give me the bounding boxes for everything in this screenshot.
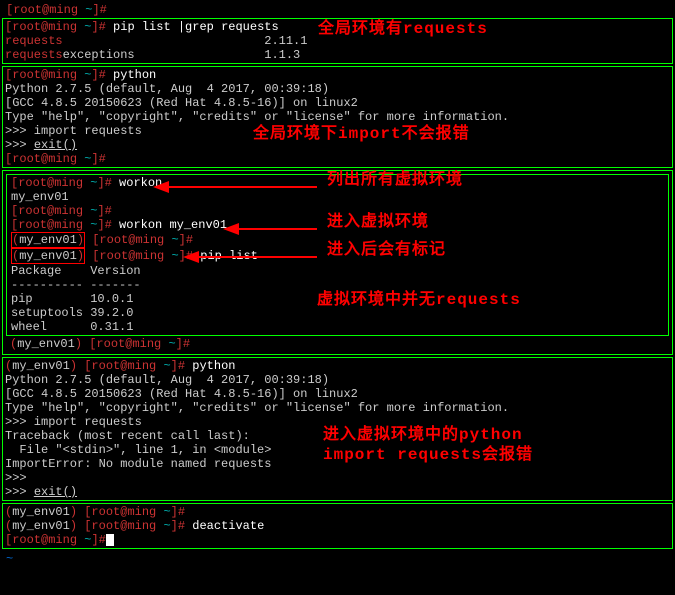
cursor-icon bbox=[106, 534, 114, 546]
venv-prompt: (my_env01) [root@ming ~]# bbox=[6, 336, 669, 351]
python-gcc-line: [GCC 4.8.5 20150623 (Red Hat 4.8.5-16)] … bbox=[5, 387, 670, 401]
python-exit-line: >>> exit() bbox=[5, 485, 670, 499]
callout-import-error: import requests会报错 bbox=[323, 448, 533, 462]
arrow-icon bbox=[157, 181, 317, 193]
callout-global-import-ok: 全局环境下import不会报错 bbox=[253, 127, 470, 141]
callout-global-has-requests: 全局环境有requests bbox=[318, 22, 488, 36]
env-name: my_env01 bbox=[11, 190, 664, 204]
arrow-icon bbox=[187, 251, 317, 263]
box-virtualenv: [root@ming ~]# workon my_env01 [root@min… bbox=[2, 170, 673, 355]
venv-prompt: (my_env01) [root@ming ~]# bbox=[5, 505, 670, 519]
box-global-python: [root@ming ~]# python Python 2.7.5 (defa… bbox=[2, 66, 673, 168]
cmd-python-venv: (my_env01) [root@ming ~]# python bbox=[5, 359, 670, 373]
arrow-icon bbox=[227, 223, 317, 235]
box-virtualenv-inner: [root@ming ~]# workon my_env01 [root@min… bbox=[6, 174, 669, 336]
python-help-line: Type "help", "copyright", "credits" or "… bbox=[5, 110, 670, 124]
callout-env-tag: 进入后会有标记 bbox=[327, 243, 446, 257]
prompt-cursor[interactable]: [root@ming ~]# bbox=[5, 533, 670, 547]
callout-no-requests: 虚拟环境中并无requests bbox=[317, 293, 521, 307]
python-prompt-empty: >>> bbox=[5, 471, 670, 485]
pip-list-header: Package Version bbox=[11, 264, 664, 278]
prompt-line: [root@ming ~]# bbox=[5, 152, 670, 166]
vim-tilde: ~ bbox=[2, 551, 673, 567]
callout-list-envs: 列出所有虚拟环境 bbox=[327, 173, 463, 187]
prompt-line: [root@ming ~]# bbox=[2, 2, 673, 18]
box-deactivate: (my_env01) [root@ming ~]# (my_env01) [ro… bbox=[2, 503, 673, 549]
pip-row: wheel 0.31.1 bbox=[11, 320, 664, 334]
box-venv-python: (my_env01) [root@ming ~]# python Python … bbox=[2, 357, 673, 501]
callout-enter-env: 进入虚拟环境 bbox=[327, 215, 429, 229]
pkg-row-requests-exceptions: requestsexceptions 1.1.3 bbox=[5, 48, 670, 62]
cmd-python: [root@ming ~]# python bbox=[5, 68, 670, 82]
python-help-line: Type "help", "copyright", "credits" or "… bbox=[5, 401, 670, 415]
python-version-line: Python 2.7.5 (default, Aug 4 2017, 00:39… bbox=[5, 82, 670, 96]
box-global-requests: [root@ming ~]# pip list |grep requests r… bbox=[2, 18, 673, 64]
python-gcc-line: [GCC 4.8.5 20150623 (Red Hat 4.8.5-16)] … bbox=[5, 96, 670, 110]
cmd-deactivate: (my_env01) [root@ming ~]# deactivate bbox=[5, 519, 670, 533]
callout-venv-python: 进入虚拟环境中的python bbox=[323, 428, 523, 442]
python-version-line: Python 2.7.5 (default, Aug 4 2017, 00:39… bbox=[5, 373, 670, 387]
pip-list-sep: ---------- ------- bbox=[11, 278, 664, 292]
